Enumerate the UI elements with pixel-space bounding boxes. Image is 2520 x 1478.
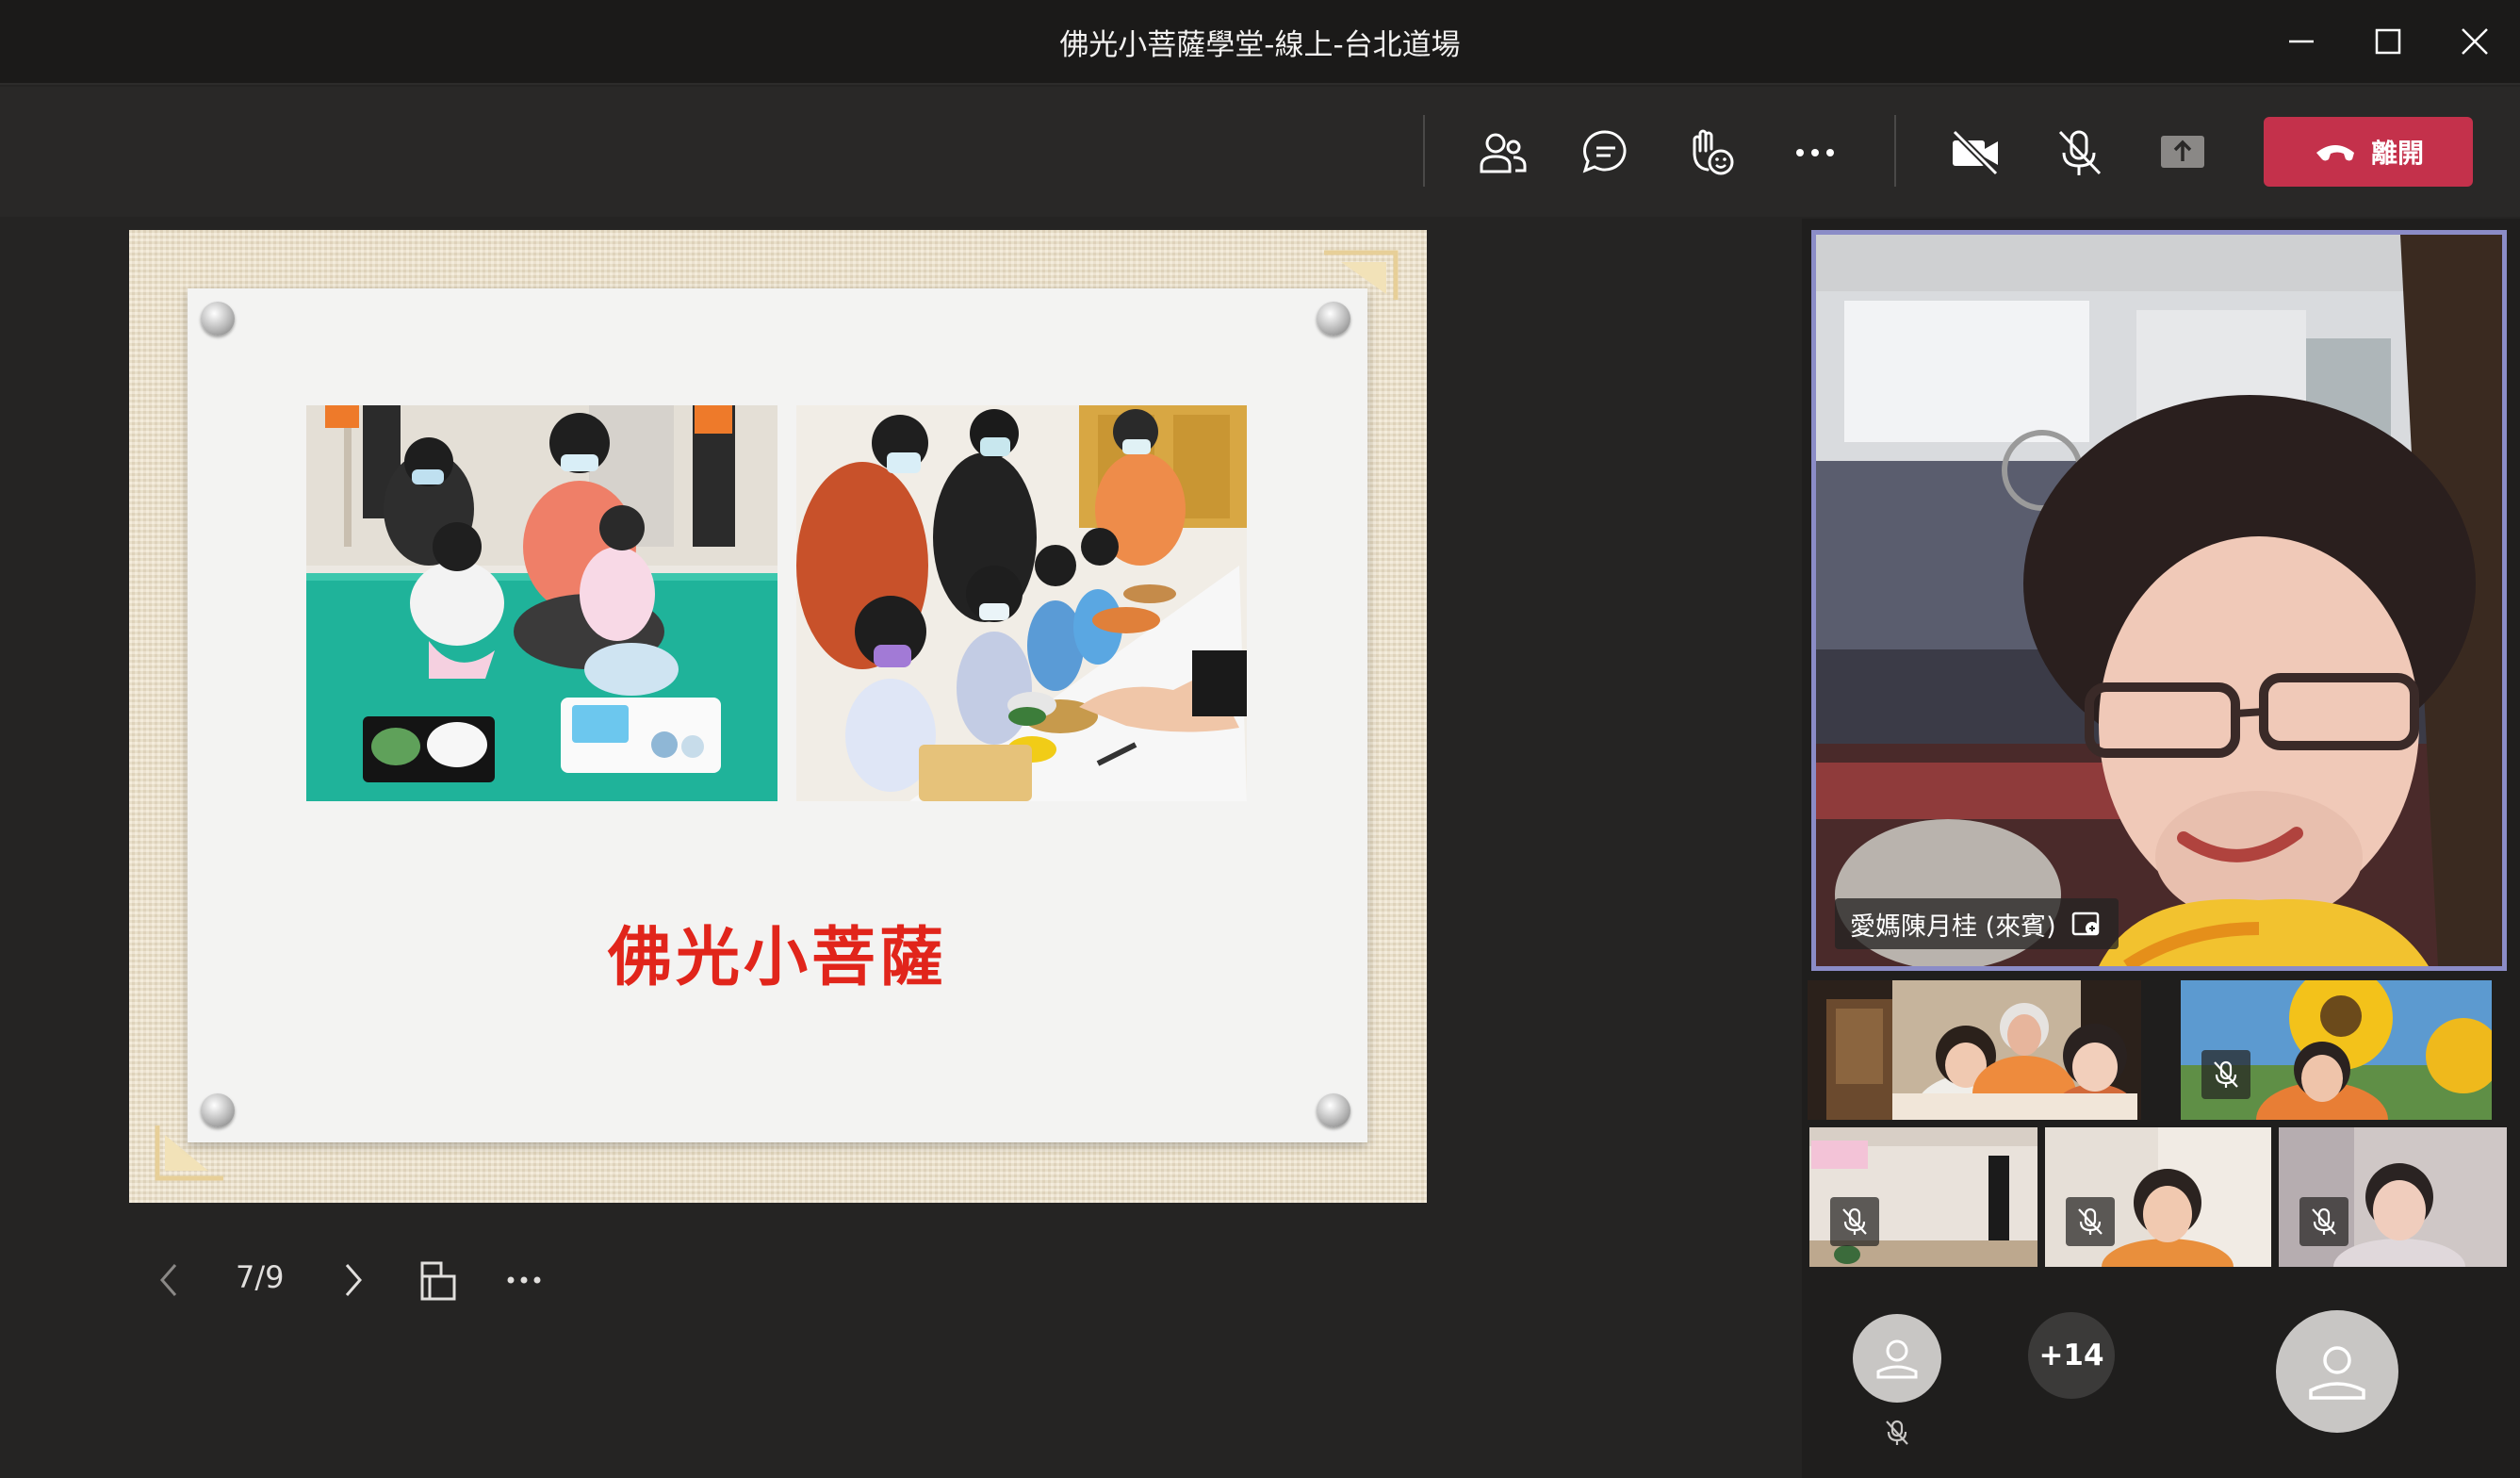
participant-name: 愛媽陳月桂 (來賓) <box>1850 911 2056 942</box>
participants-icon <box>1480 133 1527 173</box>
previous-slide-button[interactable] <box>151 1254 188 1306</box>
more-icon <box>1796 149 1834 156</box>
more-participants-button[interactable]: +14 <box>2028 1312 2115 1399</box>
slide-photo-food-table <box>796 405 1247 801</box>
more-icon <box>507 1276 541 1284</box>
participant-muted-badge <box>2201 1050 2250 1099</box>
participant-avatar[interactable] <box>1853 1314 1941 1403</box>
participant-muted-badge <box>1830 1197 1879 1246</box>
mic-off-icon <box>1886 1420 1908 1445</box>
share-tray-button[interactable] <box>2152 123 2213 183</box>
phone-icon <box>2315 145 2354 161</box>
slide-photo-children-activity <box>306 405 777 801</box>
participant-muted-badge <box>2299 1197 2348 1246</box>
reactions-button[interactable] <box>1679 123 1740 183</box>
reactions-icon <box>1693 129 1734 175</box>
chat-icon <box>1582 130 1627 173</box>
slide-grid-icon <box>420 1261 456 1301</box>
camera-off-icon <box>1952 129 1999 176</box>
toolbar-divider <box>1423 115 1425 187</box>
participant-video-tile[interactable] <box>1808 980 2141 1120</box>
mic-off-icon <box>2214 1060 2238 1088</box>
share-tray-icon <box>2161 136 2204 168</box>
pin-decoration <box>201 302 235 336</box>
participant-video-tile[interactable] <box>2181 980 2492 1120</box>
maximize-button[interactable] <box>2360 13 2416 70</box>
slide-overview-button[interactable] <box>415 1254 462 1306</box>
participant-video-tile[interactable] <box>2279 1127 2507 1267</box>
slide-page-counter: 7/9 <box>236 1259 285 1295</box>
participant-video-tile[interactable] <box>1809 1127 2037 1267</box>
chevron-left-icon <box>160 1264 177 1296</box>
pin-decoration <box>1317 302 1350 336</box>
active-speaker-video[interactable]: 愛媽陳月桂 (來賓) <box>1811 230 2507 971</box>
minimize-button[interactable] <box>2273 13 2330 70</box>
microphone-toggle-button[interactable] <box>2049 123 2109 183</box>
pin-decoration <box>201 1093 235 1127</box>
participant-muted-badge <box>2066 1197 2115 1246</box>
mic-off-icon <box>1842 1207 1867 1235</box>
camera-toggle-button[interactable] <box>1945 123 2005 183</box>
chat-button[interactable] <box>1576 123 1636 183</box>
close-button[interactable] <box>2446 13 2503 70</box>
maximize-icon <box>2375 28 2401 55</box>
minimize-icon <box>2289 40 2314 43</box>
slide-caption: 佛光小菩薩 <box>607 921 947 995</box>
toolbar-divider <box>1894 115 1896 187</box>
mic-off-icon <box>2058 130 2102 175</box>
meeting-title: 佛光小菩薩學堂-線上-台北道場 <box>1059 28 1461 62</box>
participant-video-tile[interactable] <box>2045 1127 2271 1267</box>
mic-off-icon <box>2312 1207 2336 1235</box>
meeting-toolbar <box>0 87 2520 217</box>
close-icon <box>2462 28 2488 55</box>
window-title-bar: 佛光小菩薩學堂-線上-台北道場 <box>0 0 2520 85</box>
shared-slide: 佛光小菩薩 <box>129 230 1427 1203</box>
guest-badge-icon <box>2071 911 2099 936</box>
leave-button[interactable]: 離開 <box>2264 117 2473 187</box>
chevron-right-icon <box>345 1264 362 1296</box>
more-actions-button[interactable] <box>1785 123 1845 183</box>
participants-button[interactable] <box>1472 123 1532 183</box>
mic-off-icon <box>2078 1207 2103 1235</box>
slide-paper: 佛光小菩薩 <box>188 288 1367 1142</box>
participant-name-tag: 愛媽陳月桂 (來賓) <box>1835 898 2119 949</box>
person-icon <box>2309 1346 2365 1400</box>
person-icon <box>1876 1339 1918 1379</box>
leave-label: 離開 <box>2370 138 2424 169</box>
self-avatar[interactable] <box>2276 1310 2398 1433</box>
slide-more-options-button[interactable] <box>501 1254 548 1306</box>
next-slide-button[interactable] <box>334 1254 371 1306</box>
pin-decoration <box>1317 1093 1350 1127</box>
